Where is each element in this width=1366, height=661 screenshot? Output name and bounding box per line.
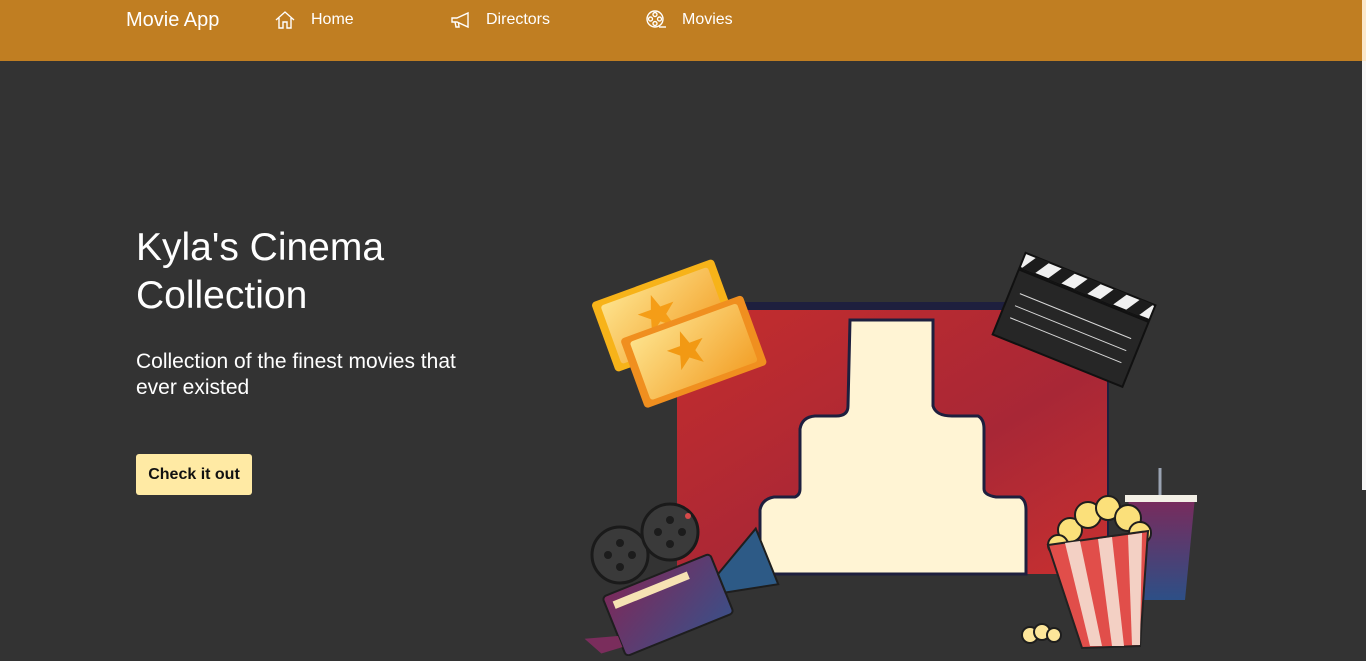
brand-logo[interactable]: Movie App [126, 8, 219, 32]
nav-item-movies[interactable]: Movies [645, 8, 733, 32]
cinema-illustration [580, 225, 1210, 657]
nav-item-home[interactable]: Home [274, 8, 354, 32]
scrollbar-track[interactable] [1362, 0, 1366, 490]
nav-label-movies: Movies [682, 11, 733, 28]
scrollbar-top [1362, 0, 1366, 61]
nav-item-directors[interactable]: Directors [449, 8, 550, 32]
nav-label-home: Home [311, 11, 354, 28]
home-icon [274, 9, 296, 31]
megaphone-icon [449, 9, 471, 31]
top-navbar: Movie App Home Directors Movies [0, 0, 1366, 61]
hero-title: Kyla's Cinema Collection [136, 226, 385, 317]
hero-subtitle: Collection of the finest movies that eve… [136, 350, 456, 399]
film-reel-icon [645, 9, 667, 31]
check-it-out-button[interactable]: Check it out [136, 454, 252, 495]
nav-label-directors: Directors [486, 11, 551, 28]
